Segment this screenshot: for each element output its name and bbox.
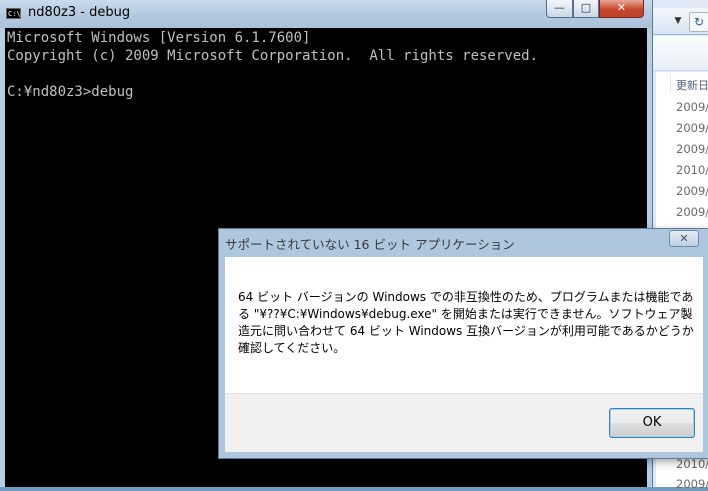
console-line: Microsoft Windows [Version 6.1.7600] (7, 30, 311, 46)
column-header-modified[interactable]: 更新日 (676, 77, 708, 93)
close-icon: ✕ (679, 232, 689, 245)
dialog-footer: OK (225, 393, 703, 452)
dialog-close-button[interactable]: ✕ (669, 230, 699, 247)
column-separator (670, 74, 671, 92)
dialog-title: サポートされていない 16 ビット アプリケーション (225, 237, 515, 252)
error-dialog: サポートされていない 16 ビット アプリケーション ✕ 64 ビット バージョ… (218, 228, 708, 459)
close-icon: ✕ (616, 1, 627, 14)
list-item-date[interactable]: 2010/ (676, 457, 708, 471)
console-prompt-line: C:¥nd80z3>debug (7, 84, 134, 100)
list-item-date[interactable]: 2009/ (676, 477, 708, 491)
ok-button[interactable]: OK (609, 408, 695, 438)
close-button[interactable]: ✕ (599, 0, 644, 18)
console-line: Copyright (c) 2009 Microsoft Corporation… (7, 48, 539, 64)
window-titlebar[interactable]: C:\ nd80z3 - debug — □ ✕ (0, 0, 652, 28)
list-item-date[interactable]: 2009/ (676, 184, 708, 198)
console-icon[interactable]: C:\ (6, 8, 21, 19)
list-item-date[interactable]: 2009/ (676, 205, 708, 219)
window-title: nd80z3 - debug (28, 5, 131, 20)
dialog-message: 64 ビット バージョンの Windows での非互換性のため、プログラムまたは… (238, 290, 694, 355)
minimize-icon: — (554, 1, 565, 14)
explorer-address-bar: ▼ ↻ (651, 8, 708, 35)
maximize-button[interactable]: □ (573, 0, 599, 18)
dialog-body: 64 ビット バージョンの Windows での非互換性のため、プログラムまたは… (225, 257, 703, 393)
list-item-date[interactable]: 2010/ (676, 163, 708, 177)
minimize-button[interactable]: — (546, 0, 573, 18)
list-item-date[interactable]: 2009/ (676, 142, 708, 156)
list-item-date[interactable]: 2009/ (676, 121, 708, 135)
refresh-icon[interactable]: ↻ (689, 12, 708, 32)
chevron-down-icon[interactable]: ▼ (671, 14, 685, 28)
explorer-command-bar (651, 36, 708, 71)
list-item-date[interactable]: 2009/ (676, 100, 708, 114)
maximize-icon: □ (580, 1, 592, 14)
